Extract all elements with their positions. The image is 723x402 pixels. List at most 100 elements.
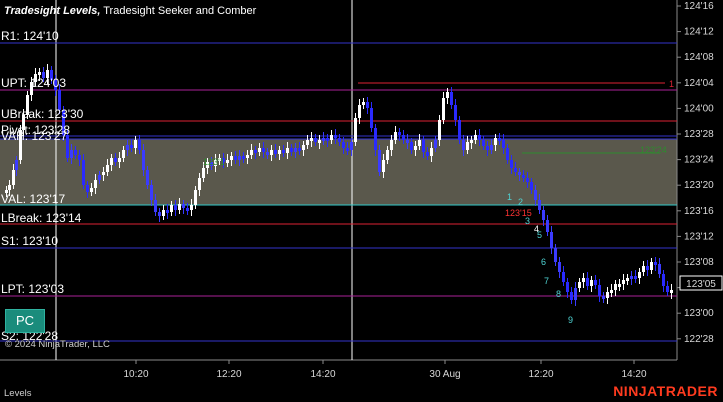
price-bar <box>154 200 157 212</box>
price-bar <box>622 280 625 284</box>
price-bar <box>118 158 121 162</box>
level-label: UPT: 124'03 <box>1 76 66 90</box>
price-bar <box>110 158 113 165</box>
price-axis-label: 123'00 <box>684 308 714 319</box>
price-bar <box>582 278 585 282</box>
price-bar <box>670 290 673 293</box>
price-bar <box>298 148 301 151</box>
price-bar <box>370 108 373 128</box>
pc-button[interactable]: PC <box>5 309 45 333</box>
price-bar <box>506 148 509 160</box>
price-axis-label: 124'00 <box>684 103 714 114</box>
price-bar <box>162 210 165 216</box>
level-label: LPT: 123'03 <box>1 282 64 296</box>
price-bar <box>458 120 461 140</box>
price-bar <box>150 185 153 200</box>
price-bar <box>12 170 15 185</box>
price-bar <box>594 280 597 285</box>
level-label: VAL: 123'17 <box>1 192 65 206</box>
price-bar <box>446 92 449 98</box>
price-bar <box>230 156 233 160</box>
tab-label[interactable]: Levels <box>4 388 32 399</box>
seeker-count-number: 6 <box>541 257 546 267</box>
price-bar <box>586 278 589 286</box>
price-bar <box>238 156 241 160</box>
price-bar <box>226 160 229 163</box>
price-bar <box>482 140 485 146</box>
price-bar <box>414 146 417 150</box>
price-bar <box>434 140 437 148</box>
time-axis-label: 14:20 <box>310 369 335 380</box>
price-bar <box>330 135 333 140</box>
price-bar <box>578 282 581 288</box>
price-bar <box>630 276 633 279</box>
price-bar <box>666 286 669 292</box>
price-bar <box>190 205 193 210</box>
value-area-band <box>0 139 677 205</box>
price-bar <box>182 204 185 208</box>
indicator-title-rest: Tradesight Seeker and Comber <box>100 5 256 17</box>
price-axis-label: 123'08 <box>684 257 714 268</box>
price-bar <box>418 140 421 146</box>
price-axis-label: 124'04 <box>684 78 714 89</box>
price-bar <box>15 160 18 170</box>
price-axis-label: 123'28 <box>684 129 714 140</box>
price-axis-label: 124'12 <box>684 27 714 38</box>
price-bar <box>662 274 665 286</box>
copyright-text: © 2024 NinjaTrader, LLC <box>5 339 110 350</box>
price-bar <box>470 140 473 143</box>
price-bar <box>170 205 173 212</box>
price-bar <box>422 140 425 152</box>
price-bar <box>310 138 313 141</box>
price-bar <box>610 290 613 293</box>
price-bar <box>286 148 289 153</box>
price-axis-label: 123'16 <box>684 206 714 217</box>
price-axis-label: 123'20 <box>684 180 714 191</box>
price-bar <box>406 140 409 143</box>
price-chart[interactable]: 1 123'24 123'1 123'15 1 23456789 R1: 124'… <box>0 0 723 402</box>
price-bar <box>526 178 529 182</box>
price-bar <box>126 145 129 150</box>
price-axis-label: 124'08 <box>684 52 714 63</box>
price-bar <box>362 102 365 105</box>
price-bar <box>114 158 117 162</box>
price-bar <box>318 140 321 143</box>
price-bar <box>242 156 245 159</box>
price-bar <box>306 140 309 145</box>
price-bar <box>346 148 349 151</box>
price-bar <box>618 284 621 287</box>
green-tag-right: 123'24 <box>640 145 667 155</box>
price-bar <box>290 148 293 152</box>
indicator-title: Tradesight Levels, Tradesight Seeker and… <box>4 5 257 17</box>
price-bar <box>354 118 357 142</box>
price-bar <box>366 102 369 108</box>
price-bar <box>342 142 345 148</box>
price-bar <box>602 296 605 299</box>
price-bar <box>186 208 189 211</box>
seeker-count-number: 9 <box>568 315 573 325</box>
level-label: LBreak: 123'14 <box>1 211 82 225</box>
price-bar <box>134 140 137 148</box>
price-bar <box>74 150 77 155</box>
price-bar <box>82 160 85 185</box>
price-bar <box>90 188 93 192</box>
price-bar <box>266 152 269 155</box>
price-bar <box>530 182 533 190</box>
seeker-count-number: 7 <box>544 276 549 286</box>
price-bar <box>466 142 469 150</box>
price-bar <box>518 172 521 175</box>
price-bar <box>250 150 253 155</box>
price-bar <box>638 272 641 278</box>
time-axis-label: 12:20 <box>216 369 241 380</box>
pc-button-label: PC <box>15 313 35 328</box>
price-bar <box>254 150 257 153</box>
price-bar <box>122 150 125 158</box>
price-bar <box>410 142 413 150</box>
price-bar <box>198 178 201 190</box>
level-label: UBreak: 123'30 <box>1 107 84 121</box>
price-axis-label: 122'28 <box>684 334 714 345</box>
green-tag-left: 123'1 <box>203 157 225 167</box>
price-bar <box>626 278 629 281</box>
price-bar <box>334 135 337 138</box>
price-bar <box>538 200 541 210</box>
